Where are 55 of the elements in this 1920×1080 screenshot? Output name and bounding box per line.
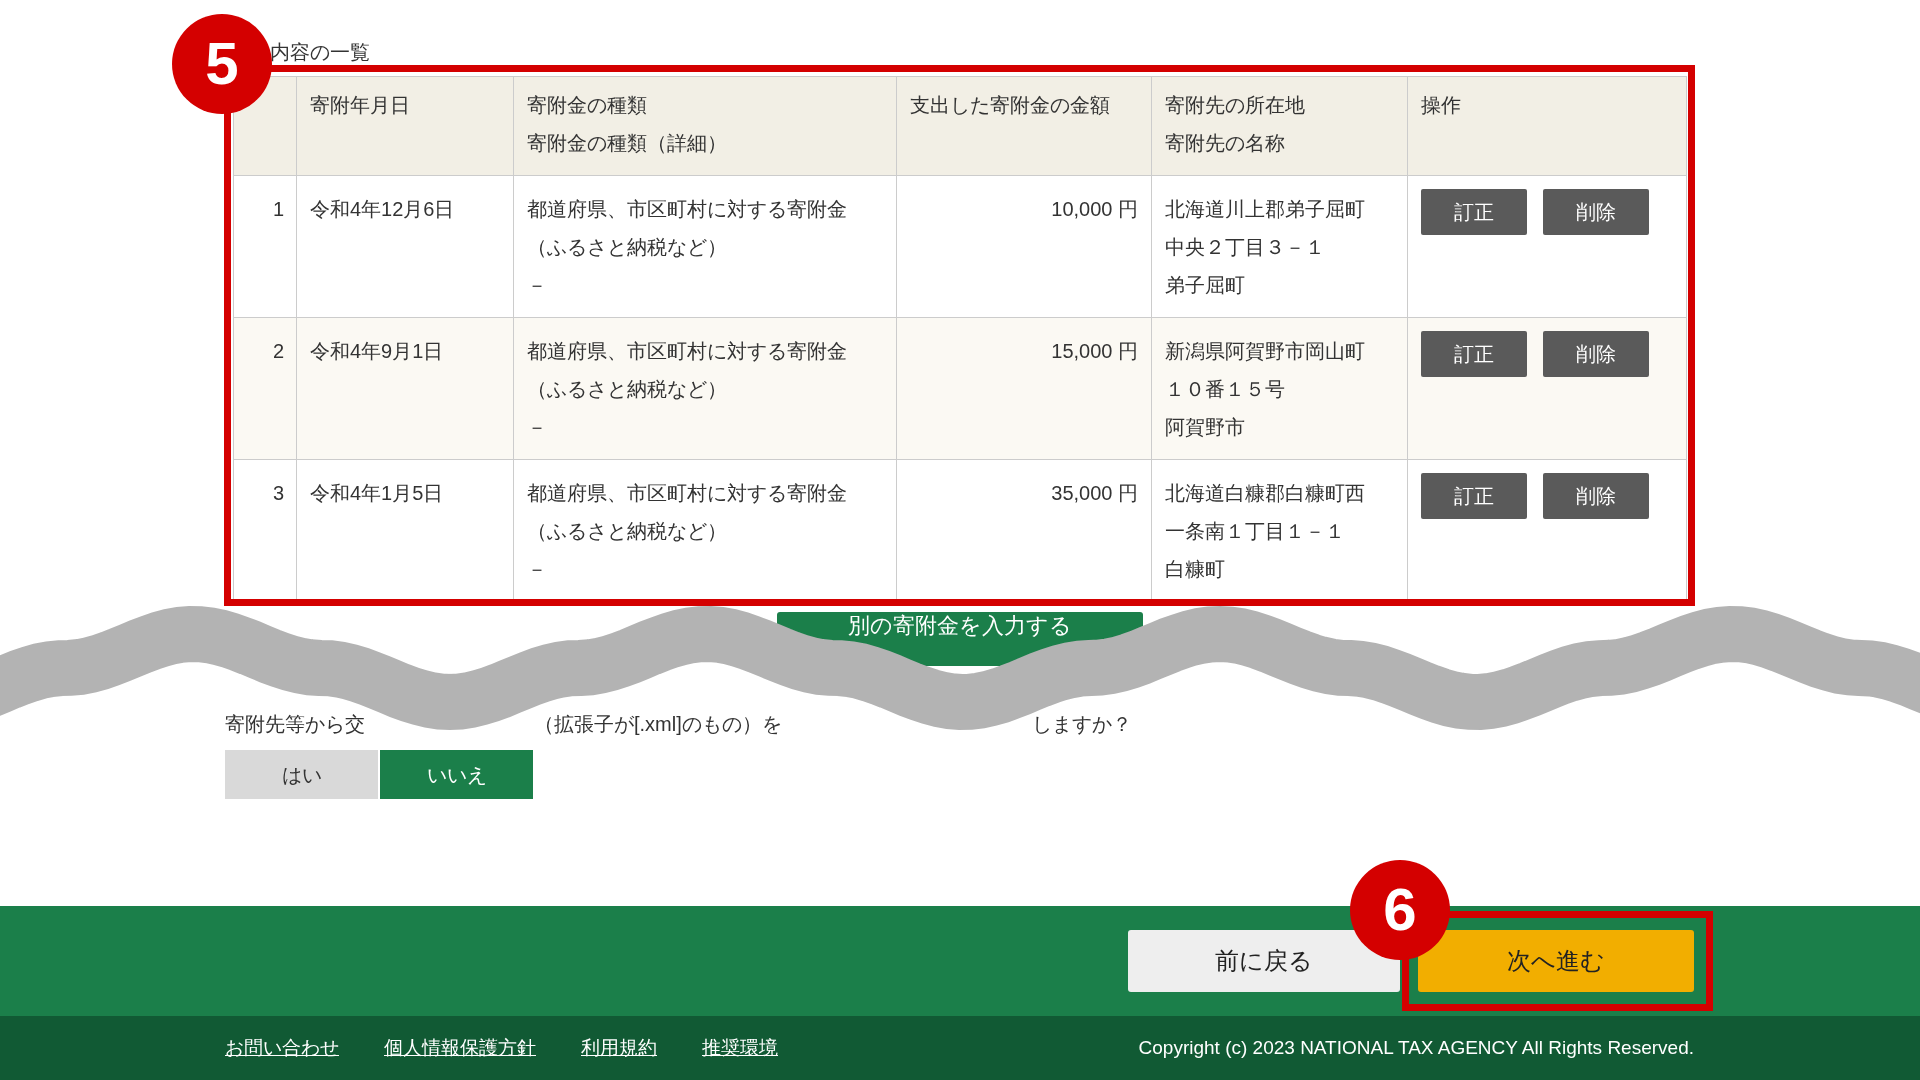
question-text: しますか？ xyxy=(1031,712,1132,737)
edit-button[interactable]: 訂正 xyxy=(1421,189,1527,235)
column-header: 寄附先の所在地 xyxy=(1165,93,1305,118)
column-header: 操作 xyxy=(1421,93,1461,118)
step-number-badge: 6 xyxy=(1350,860,1450,960)
table-cell-text: － xyxy=(527,415,547,440)
column-header: 寄附年月日 xyxy=(310,93,410,118)
column-header: 支出した寄附金の金額 xyxy=(910,93,1110,118)
row-number: 3 xyxy=(272,482,284,504)
choice-button[interactable]: いいえ xyxy=(380,750,533,799)
table-cell: 15,000 円 xyxy=(1051,340,1138,362)
table-cell-text: （ふるさと納税など） xyxy=(527,519,727,544)
footer-link[interactable]: 推奨環境 xyxy=(702,1033,778,1063)
question-text: （拡張子が[.xml]のもの）を xyxy=(534,712,782,737)
table-cell: 令和4年9月1日 xyxy=(310,340,444,362)
column-header: 寄附先の名称 xyxy=(1165,131,1285,156)
column-header: 寄附金の種類 xyxy=(527,93,647,118)
next-button[interactable]: 次へ進む xyxy=(1418,930,1694,992)
edit-button[interactable]: 訂正 xyxy=(1421,331,1527,377)
table-cell: 令和4年12月6日 xyxy=(310,198,455,220)
table-cell-text: （ふるさと納税など） xyxy=(527,235,727,260)
table-cell-text: （ふるさと納税など） xyxy=(527,377,727,402)
delete-button[interactable]: 削除 xyxy=(1543,331,1649,377)
edit-button[interactable]: 訂正 xyxy=(1421,473,1527,519)
table-cell-text: 弟子屈町 xyxy=(1165,273,1245,298)
choice-button[interactable]: はい xyxy=(225,750,378,799)
table-cell: 35,000 円 xyxy=(1051,482,1138,504)
footer-link[interactable]: 個人情報保護方針 xyxy=(384,1033,536,1063)
footer-link[interactable]: お問い合わせ xyxy=(225,1033,339,1063)
table-cell-text: － xyxy=(527,273,547,298)
table-cell-text: 阿賀野市 xyxy=(1165,415,1245,440)
step-number-badge: 5 xyxy=(172,14,272,114)
table-cell-text: 新潟県阿賀野市岡山町 xyxy=(1165,339,1365,364)
question-text: 寄附先等から交 xyxy=(225,712,365,737)
table-cell-text: 白糠町 xyxy=(1165,557,1225,582)
delete-button[interactable]: 削除 xyxy=(1543,189,1649,235)
table-cell-text: 都道府県、市区町村に対する寄附金 xyxy=(527,481,847,506)
delete-button[interactable]: 削除 xyxy=(1543,473,1649,519)
footer-link[interactable]: 利用規約 xyxy=(581,1033,657,1063)
copyright-text: Copyright (c) 2023 NATIONAL TAX AGENCY All Rights Reserved. xyxy=(1138,1035,1694,1060)
table-cell: 10,000 円 xyxy=(1051,198,1138,220)
section-heading: 内容の一覧 xyxy=(269,40,370,65)
table-cell-text: － xyxy=(527,557,547,582)
table-cell-text: 北海道川上郡弟子屈町 xyxy=(1165,197,1365,222)
row-number: 2 xyxy=(272,340,284,362)
table-cell: 令和4年1月5日 xyxy=(310,482,444,504)
table-cell-text: 都道府県、市区町村に対する寄附金 xyxy=(527,339,847,364)
table-cell-text: 中央２丁目３－１ xyxy=(1165,235,1325,260)
table-cell-text: １０番１５号 xyxy=(1165,377,1285,402)
table-cell-text: 一条南１丁目１－１ xyxy=(1165,519,1345,544)
column-header: 寄附金の種類（詳細） xyxy=(527,131,727,156)
table-cell-text: 北海道白糠郡白糠町西 xyxy=(1165,481,1365,506)
table-cell-text: 都道府県、市区町村に対する寄附金 xyxy=(527,197,847,222)
row-number: 1 xyxy=(272,198,284,220)
back-button[interactable]: 前に戻る xyxy=(1128,930,1400,992)
